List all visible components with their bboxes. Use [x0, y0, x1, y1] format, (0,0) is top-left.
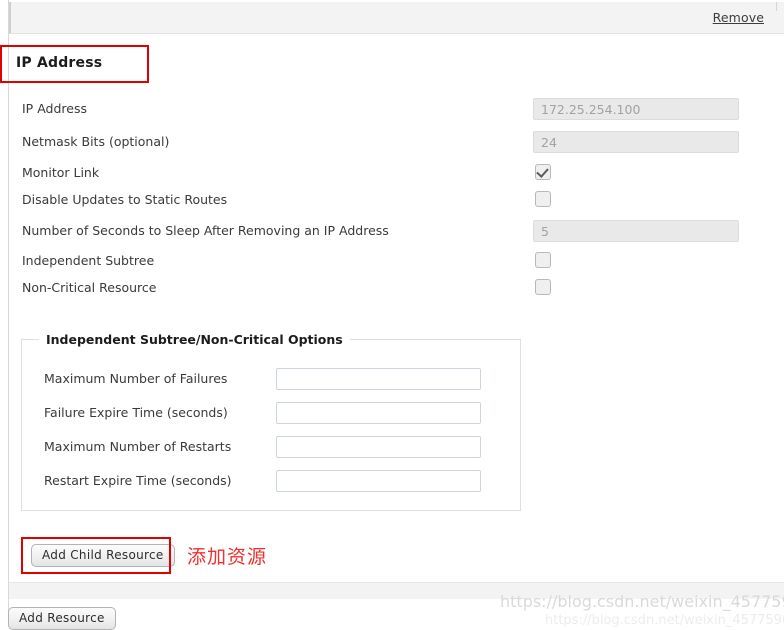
checkbox-disable-updates-static-routes[interactable]	[535, 191, 551, 207]
checkbox-independent-subtree[interactable]	[535, 252, 551, 268]
input-restart-expire-time[interactable]	[276, 470, 481, 492]
input-max-failures[interactable]	[276, 368, 481, 390]
checkbox-monitor-link[interactable]	[535, 164, 551, 180]
panel-bottom-band	[9, 582, 784, 599]
fieldset-row-max-failures: Maximum Number of Failures	[22, 368, 522, 390]
fieldset-row-max-restarts: Maximum Number of Restarts	[22, 436, 522, 458]
form-row-non-critical-resource: Non-Critical Resource	[0, 277, 784, 299]
fieldset-row-failure-expire-time: Failure Expire Time (seconds)	[22, 402, 522, 424]
input-max-restarts[interactable]	[276, 436, 481, 458]
checkbox-non-critical-resource[interactable]	[535, 279, 551, 295]
label-failure-expire-time: Failure Expire Time (seconds)	[44, 405, 228, 420]
label-ip-address: IP Address	[22, 101, 87, 116]
form-row-sleep-seconds: Number of Seconds to Sleep After Removin…	[0, 220, 784, 242]
form-row-ip-address: IP Address	[0, 98, 784, 120]
fieldset-legend: Independent Subtree/Non-Critical Options	[39, 332, 350, 347]
annotation-text-add-resource: 添加资源	[187, 546, 268, 568]
toolbar-tick-mark	[776, 2, 777, 11]
toolbar-left-rail	[9, 2, 11, 33]
label-netmask-bits: Netmask Bits (optional)	[22, 134, 170, 149]
independent-subtree-options-fieldset: Independent Subtree/Non-Critical Options…	[21, 332, 522, 511]
form-row-monitor-link: Monitor Link	[0, 162, 784, 184]
label-non-critical-resource: Non-Critical Resource	[22, 280, 157, 295]
label-disable-updates-static-routes: Disable Updates to Static Routes	[22, 192, 228, 207]
resource-toolbar	[9, 2, 784, 34]
label-monitor-link: Monitor Link	[22, 165, 100, 180]
label-sleep-seconds: Number of Seconds to Sleep After Removin…	[22, 223, 389, 238]
input-failure-expire-time[interactable]	[276, 402, 481, 424]
label-max-restarts: Maximum Number of Restarts	[44, 439, 232, 454]
add-child-resource-button[interactable]: Add Child Resource	[31, 544, 175, 567]
page-title: IP Address	[16, 55, 103, 71]
input-ip-address[interactable]	[533, 98, 739, 120]
input-netmask-bits[interactable]	[533, 131, 739, 153]
label-restart-expire-time: Restart Expire Time (seconds)	[44, 473, 232, 488]
form-row-disable-updates-static-routes: Disable Updates to Static Routes	[0, 189, 784, 211]
fieldset-row-restart-expire-time: Restart Expire Time (seconds)	[22, 470, 522, 492]
page-root: Remove IP Address IP Address Netmask Bit…	[0, 0, 784, 630]
form-row-netmask-bits: Netmask Bits (optional)	[0, 131, 784, 153]
label-independent-subtree: Independent Subtree	[22, 253, 155, 268]
label-max-failures: Maximum Number of Failures	[44, 371, 228, 386]
form-row-independent-subtree: Independent Subtree	[0, 250, 784, 272]
input-sleep-seconds[interactable]	[533, 220, 739, 242]
remove-link[interactable]: Remove	[713, 10, 764, 25]
add-resource-button[interactable]: Add Resource	[8, 607, 116, 630]
